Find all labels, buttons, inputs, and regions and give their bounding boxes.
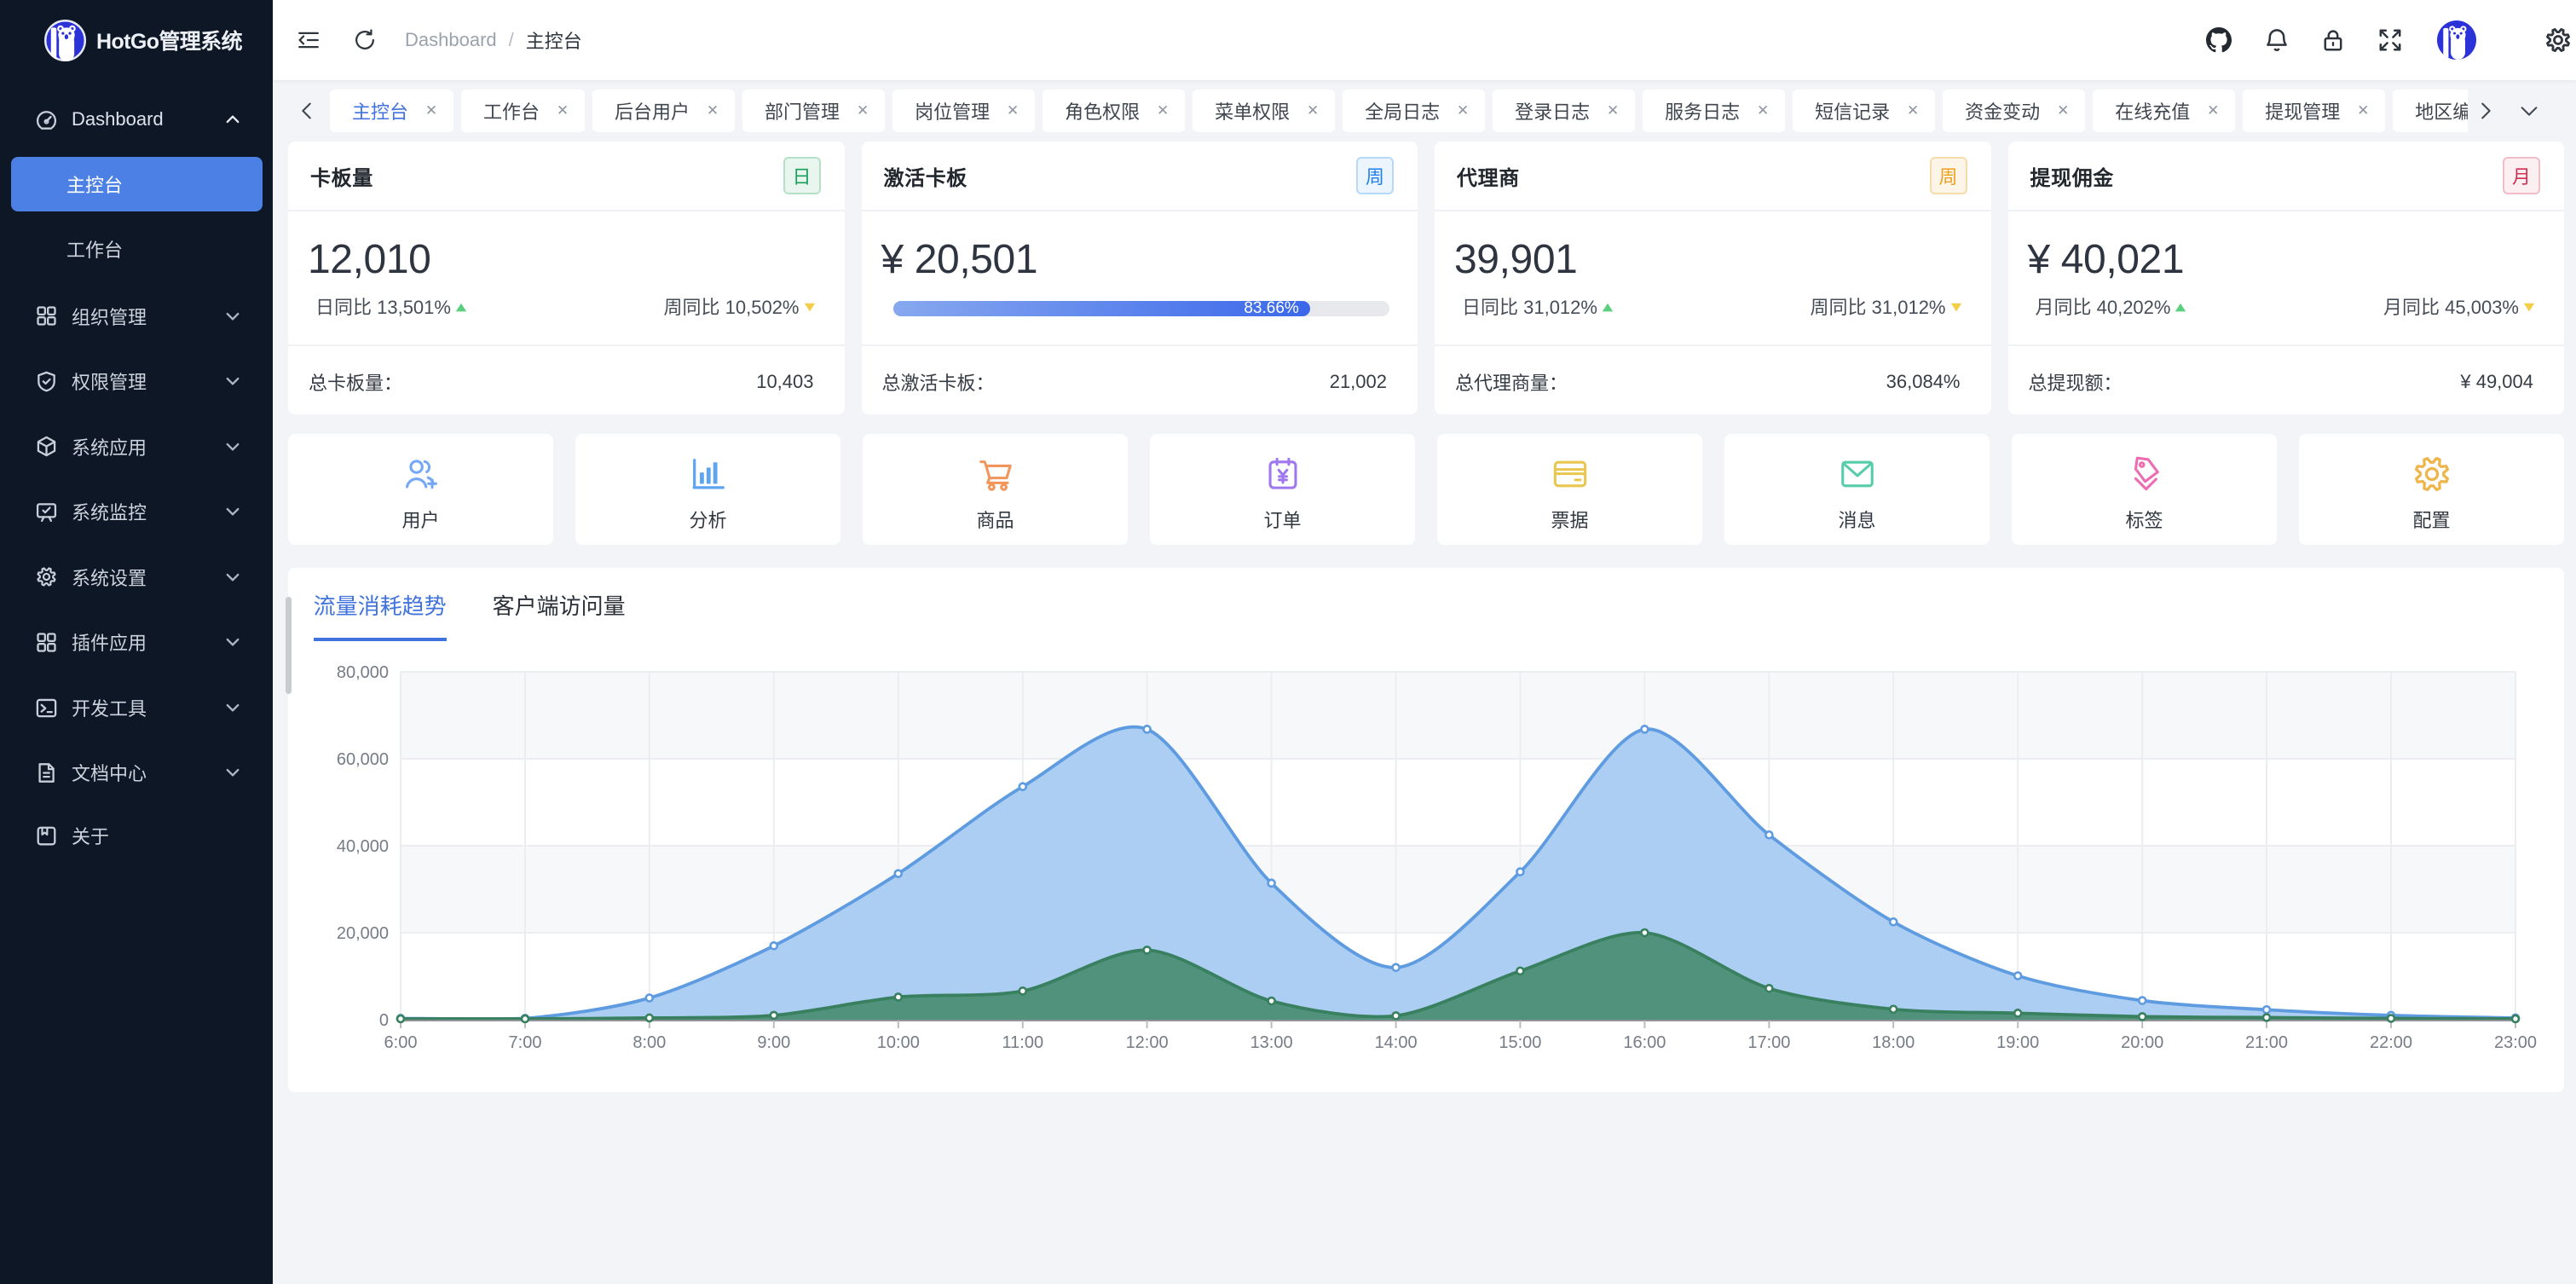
svg-text:18:00: 18:00 [1872,1033,1915,1052]
svg-text:23:00: 23:00 [2494,1033,2537,1052]
svg-text:8:00: 8:00 [632,1033,666,1052]
svg-text:11:00: 11:00 [1002,1033,1044,1052]
svg-text:16:00: 16:00 [1623,1033,1666,1052]
svg-text:60,000: 60,000 [337,750,389,769]
svg-text:14:00: 14:00 [1375,1033,1418,1052]
svg-text:7:00: 7:00 [509,1033,542,1052]
svg-text:20,000: 20,000 [337,924,389,943]
svg-text:17:00: 17:00 [1747,1033,1790,1052]
svg-text:6:00: 6:00 [384,1033,418,1052]
svg-text:12:00: 12:00 [1126,1033,1169,1052]
svg-text:80,000: 80,000 [337,663,389,682]
svg-text:20:00: 20:00 [2121,1033,2163,1052]
svg-text:19:00: 19:00 [1996,1033,2039,1052]
svg-text:10:00: 10:00 [877,1033,920,1052]
svg-text:13:00: 13:00 [1250,1033,1293,1052]
svg-text:22:00: 22:00 [2370,1033,2412,1052]
svg-text:15:00: 15:00 [1499,1033,1541,1052]
svg-text:0: 0 [379,1011,389,1030]
svg-text:21:00: 21:00 [2245,1033,2288,1052]
svg-text:9:00: 9:00 [757,1033,790,1052]
svg-text:40,000: 40,000 [337,837,389,856]
